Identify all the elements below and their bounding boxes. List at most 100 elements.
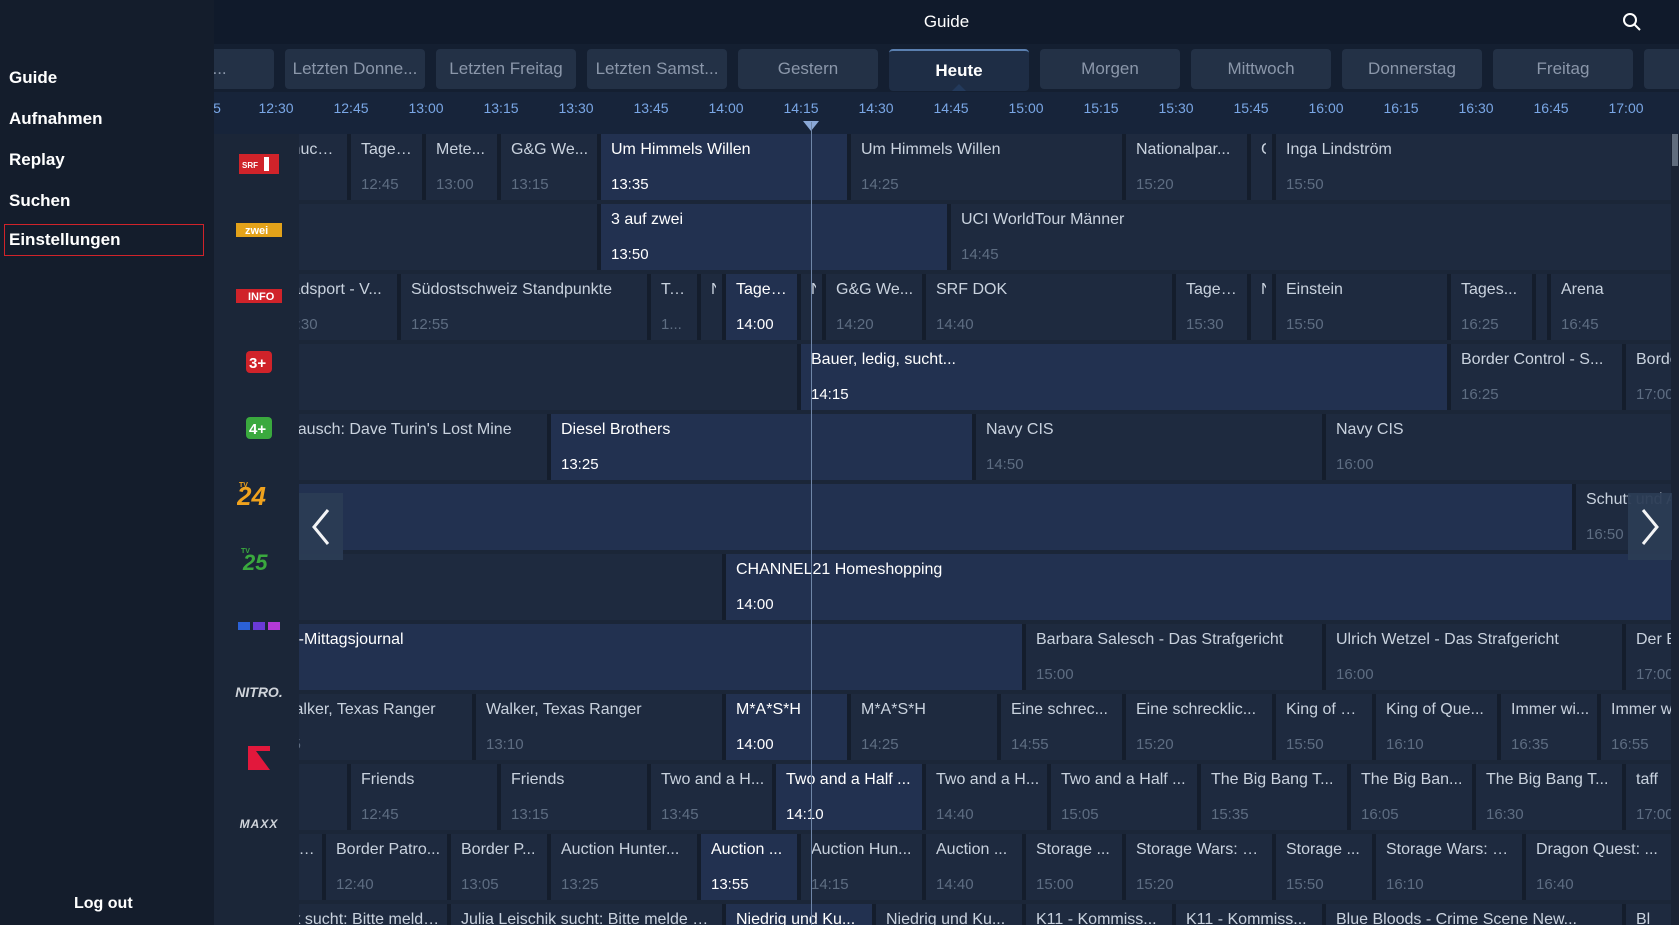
program-tile[interactable]: Um Himmels Willen 13:35: [601, 134, 851, 200]
program-tile[interactable]: Storage ... 15:50: [1276, 834, 1376, 900]
program-tile[interactable]: The Big Ban... 16:05: [1351, 764, 1476, 830]
channel-logo-prosieben[interactable]: [234, 741, 284, 775]
program-tile[interactable]: Ta... 1...: [651, 274, 701, 340]
program-tile[interactable]: Immer wi... 16:35: [1501, 694, 1601, 760]
tab-day-2[interactable]: Letzten Freitag: [436, 49, 576, 89]
program-tile[interactable]: N: [701, 274, 726, 340]
program-tile[interactable]: Storage Wars: N... 16:10: [1376, 834, 1526, 900]
program-tile[interactable]: Friends 13:15: [501, 764, 651, 830]
program-tile[interactable]: Auction Hun... 14:15: [801, 834, 926, 900]
program-tile[interactable]: SRF DOK 14:40: [926, 274, 1176, 340]
sidebar-item-guide[interactable]: Guide: [9, 68, 57, 88]
scroll-left-button[interactable]: [299, 493, 343, 560]
program-tile[interactable]: [214, 484, 1576, 550]
program-tile[interactable]: Walker, Texas Ranger 13:10: [476, 694, 726, 760]
program-tile[interactable]: Storage ... 15:00: [1026, 834, 1126, 900]
program-tile[interactable]: Mete... 13:00: [426, 134, 501, 200]
program-tile[interactable]: Niedrig und Ku...: [876, 904, 1026, 925]
tab-day-3[interactable]: Letzten Samst...: [587, 49, 727, 89]
program-tile[interactable]: Um Himmels Willen 14:25: [851, 134, 1126, 200]
program-tile[interactable]: Dragon Quest: ... 16:40: [1526, 834, 1676, 900]
program-tile[interactable]: N: [1251, 274, 1276, 340]
program-tile[interactable]: TL-Mittagsjournal: [214, 624, 1026, 690]
channel-logo-tv24[interactable]: 24 TV: [234, 477, 284, 511]
search-icon[interactable]: [1619, 9, 1645, 35]
program-tile[interactable]: Inga Lindström 15:50: [1276, 134, 1679, 200]
program-tile[interactable]: Navy CIS 14:50: [976, 414, 1326, 480]
program-tile[interactable]: Nationalpar... 15:20: [1126, 134, 1251, 200]
logout-button[interactable]: Log out: [74, 895, 133, 913]
program-tile[interactable]: 3 auf zwei 13:50: [601, 204, 951, 270]
program-tile[interactable]: Immer w 16:55: [1601, 694, 1679, 760]
program-tile[interactable]: Two and a Half ... 14:10: [776, 764, 926, 830]
sidebar-item-einstellungen[interactable]: Einstellungen: [4, 224, 204, 256]
channel-logo-srf-zwei[interactable]: zwei: [234, 213, 284, 247]
channel-logo-srf1[interactable]: SRF: [234, 147, 284, 181]
sidebar-item-replay[interactable]: Replay: [9, 150, 65, 170]
program-tile[interactable]: Eine schrecklic... 15:20: [1126, 694, 1276, 760]
program-tile[interactable]: Ulrich Wetzel - Das Strafgericht 16:00: [1326, 624, 1626, 690]
program-tile[interactable]: Tages... 14:00: [726, 274, 801, 340]
channel-logo-4plus[interactable]: 4+: [234, 411, 284, 445]
program-tile[interactable]: K11 - Kommiss...: [1176, 904, 1326, 925]
program-tile[interactable]: Barbara Salesch - Das Strafgericht 15:00: [1026, 624, 1326, 690]
program-tile[interactable]: Diesel Brothers 13:25: [551, 414, 976, 480]
program-tile[interactable]: K11 - Kommiss...: [1026, 904, 1176, 925]
program-tile[interactable]: G&G We... 13:15: [501, 134, 601, 200]
sidebar-item-suchen[interactable]: Suchen: [9, 191, 70, 211]
program-tile[interactable]: M*A*S*H 14:00: [726, 694, 851, 760]
channel-logo-rtl[interactable]: [234, 609, 284, 643]
program-tile[interactable]: G&G We... 14:20: [826, 274, 926, 340]
program-tile[interactable]: N: [801, 274, 826, 340]
tab-day-0[interactable]: ttwo...: [214, 49, 274, 89]
sidebar-item-aufnahmen[interactable]: Aufnahmen: [9, 109, 103, 129]
program-tile[interactable]: Tages... 12:45: [351, 134, 426, 200]
program-tile[interactable]: Arena 16:45: [1551, 274, 1679, 340]
program-tile[interactable]: Julia Leischik sucht: Bitte melde dich: [451, 904, 726, 925]
channel-logo-tv25[interactable]: 25 TV: [234, 543, 284, 577]
scrollbar-thumb[interactable]: [1672, 134, 1678, 166]
program-tile[interactable]: Two and a H... 13:45: [651, 764, 776, 830]
program-tile[interactable]: Two and a Half ... 15:05: [1051, 764, 1201, 830]
tab-day-5[interactable]: Heute: [889, 49, 1029, 91]
program-tile[interactable]: Auction ... 14:40: [926, 834, 1026, 900]
channel-logo-srf-info[interactable]: INFO: [234, 279, 284, 313]
program-tile[interactable]: Tages... 15:30: [1176, 274, 1251, 340]
program-tile[interactable]: Two and a H... 14:40: [926, 764, 1051, 830]
program-tile[interactable]: CHANNEL21 Homeshopping 14:00: [726, 554, 1679, 620]
program-tile[interactable]: G: [1251, 134, 1276, 200]
program-tile[interactable]: The Big Bang T... 15:35: [1201, 764, 1351, 830]
program-tile[interactable]: Bauer, ledig, sucht... 14:15: [801, 344, 1451, 410]
tab-day-7[interactable]: Mittwoch: [1191, 49, 1331, 89]
program-tile[interactable]: King of Que... 16:10: [1376, 694, 1501, 760]
tab-day-6[interactable]: Morgen: [1040, 49, 1180, 89]
program-tile[interactable]: Auction ... 13:55: [701, 834, 801, 900]
tab-day-1[interactable]: Letzten Donne...: [285, 49, 425, 89]
channel-logo-nitro[interactable]: NITRO.: [234, 675, 284, 709]
program-tile[interactable]: Border Control - S... 16:25: [1451, 344, 1626, 410]
scrollbar[interactable]: [1671, 134, 1679, 925]
program-tile[interactable]: Blue Bloods - Crime Scene New...: [1326, 904, 1626, 925]
program-tile[interactable]: Friends 12:45: [351, 764, 501, 830]
program-tile[interactable]: Navy CIS 16:00: [1326, 414, 1679, 480]
program-tile[interactable]: Border P... 13:05: [451, 834, 551, 900]
program-tile[interactable]: Südostschweiz Standpunkte 12:55: [401, 274, 651, 340]
program-tile[interactable]: [214, 344, 801, 410]
program-tile[interactable]: King of Q... 15:50: [1276, 694, 1376, 760]
tab-day-8[interactable]: Donnerstag: [1342, 49, 1482, 89]
tab-day-4[interactable]: Gestern: [738, 49, 878, 89]
program-tile[interactable]: M*A*S*H 14:25: [851, 694, 1001, 760]
program-tile[interactable]: Border Patro... 12:40: [326, 834, 451, 900]
program-tile[interactable]: Niedrig und Ku...: [726, 904, 876, 925]
program-tile[interactable]: Eine schrec... 14:55: [1001, 694, 1126, 760]
program-tile[interactable]: The Big Bang T... 16:30: [1476, 764, 1626, 830]
program-tile[interactable]: Tages... 16:25: [1451, 274, 1536, 340]
program-tile[interactable]: N: [1536, 274, 1551, 340]
tab-day-10[interactable]: Sa: [1644, 49, 1679, 89]
program-tile[interactable]: Auction Hunter... 13:25: [551, 834, 701, 900]
program-tile[interactable]: Storage Wars: N... 15:20: [1126, 834, 1276, 900]
tab-day-9[interactable]: Freitag: [1493, 49, 1633, 89]
program-tile[interactable]: UCI WorldTour Männer 14:45: [951, 204, 1679, 270]
channel-logo-maxx[interactable]: MAXX: [234, 807, 284, 841]
channel-logo-3plus[interactable]: 3+: [234, 345, 284, 379]
